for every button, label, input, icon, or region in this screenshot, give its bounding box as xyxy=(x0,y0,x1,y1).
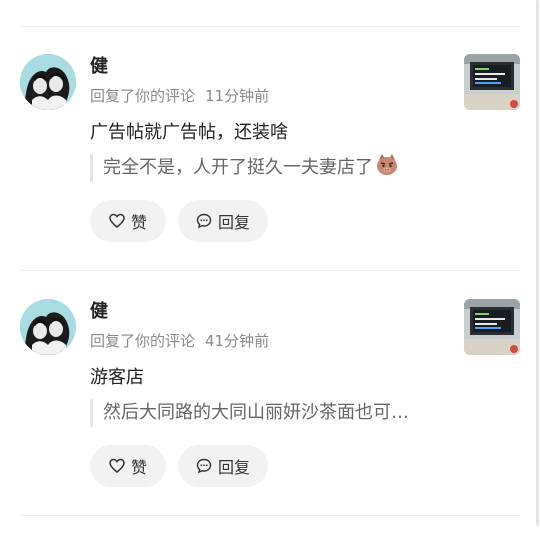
post-thumbnail[interactable] xyxy=(464,54,520,110)
reply-comment[interactable]: 广告帖就广告帖，还装啥 xyxy=(90,120,288,146)
couple-photo-avatar-icon xyxy=(20,299,76,355)
like-button[interactable]: 赞 xyxy=(90,445,166,487)
bus-display-thumbnail-icon xyxy=(464,299,520,355)
quoted-text: 完全不是，人开了挺久一夫妻店了 xyxy=(103,157,373,178)
reply-button[interactable]: 回复 xyxy=(178,200,268,242)
notification-item[interactable]: 健 回复了你的评论 11分钟前 广告帖就广告帖，还装啥 完全不是，人开了挺久一夫妻… xyxy=(0,54,540,294)
like-label: 赞 xyxy=(130,458,147,477)
reply-label: 回复 xyxy=(217,458,250,477)
avatar[interactable] xyxy=(20,54,76,110)
comment-bubble-icon xyxy=(196,458,212,474)
user-name[interactable]: 健 xyxy=(90,301,108,323)
notification-meta: 回复了你的评论 41分钟前 xyxy=(90,331,269,351)
action-text: 回复了你的评论 xyxy=(90,87,196,105)
comment-bubble-icon xyxy=(196,213,212,229)
scrollbar-thumb[interactable] xyxy=(536,0,539,526)
timestamp: 11分钟前 xyxy=(205,87,270,105)
post-thumbnail[interactable] xyxy=(464,299,520,355)
bus-display-thumbnail-icon xyxy=(464,54,520,110)
like-label: 赞 xyxy=(130,213,147,232)
avatar[interactable] xyxy=(20,299,76,355)
heart-icon xyxy=(109,458,125,474)
like-button[interactable]: 赞 xyxy=(90,200,166,242)
angry-pig-emoji-icon xyxy=(375,152,399,185)
quoted-comment[interactable]: 然后大同路的大同山丽妍沙茶面也可… xyxy=(90,399,409,427)
scrollbar[interactable] xyxy=(535,0,540,526)
action-text: 回复了你的评论 xyxy=(90,332,196,350)
reply-button[interactable]: 回复 xyxy=(178,445,268,487)
heart-icon xyxy=(109,213,125,229)
quoted-comment[interactable]: 完全不是，人开了挺久一夫妻店了 xyxy=(90,152,399,185)
user-name[interactable]: 健 xyxy=(90,56,108,78)
reply-label: 回复 xyxy=(217,213,250,232)
notification-meta: 回复了你的评论 11分钟前 xyxy=(90,86,269,106)
notification-item[interactable]: 健 回复了你的评论 41分钟前 游客店 然后大同路的大同山丽妍沙茶面也可… 赞 xyxy=(0,299,540,539)
quoted-text: 然后大同路的大同山丽妍沙茶面也可… xyxy=(103,402,409,423)
bottom-divider xyxy=(20,515,520,516)
couple-photo-avatar-icon xyxy=(20,54,76,110)
top-divider xyxy=(20,26,520,27)
timestamp: 41分钟前 xyxy=(205,332,270,350)
reply-comment[interactable]: 游客店 xyxy=(90,365,144,391)
item-divider xyxy=(20,270,520,271)
